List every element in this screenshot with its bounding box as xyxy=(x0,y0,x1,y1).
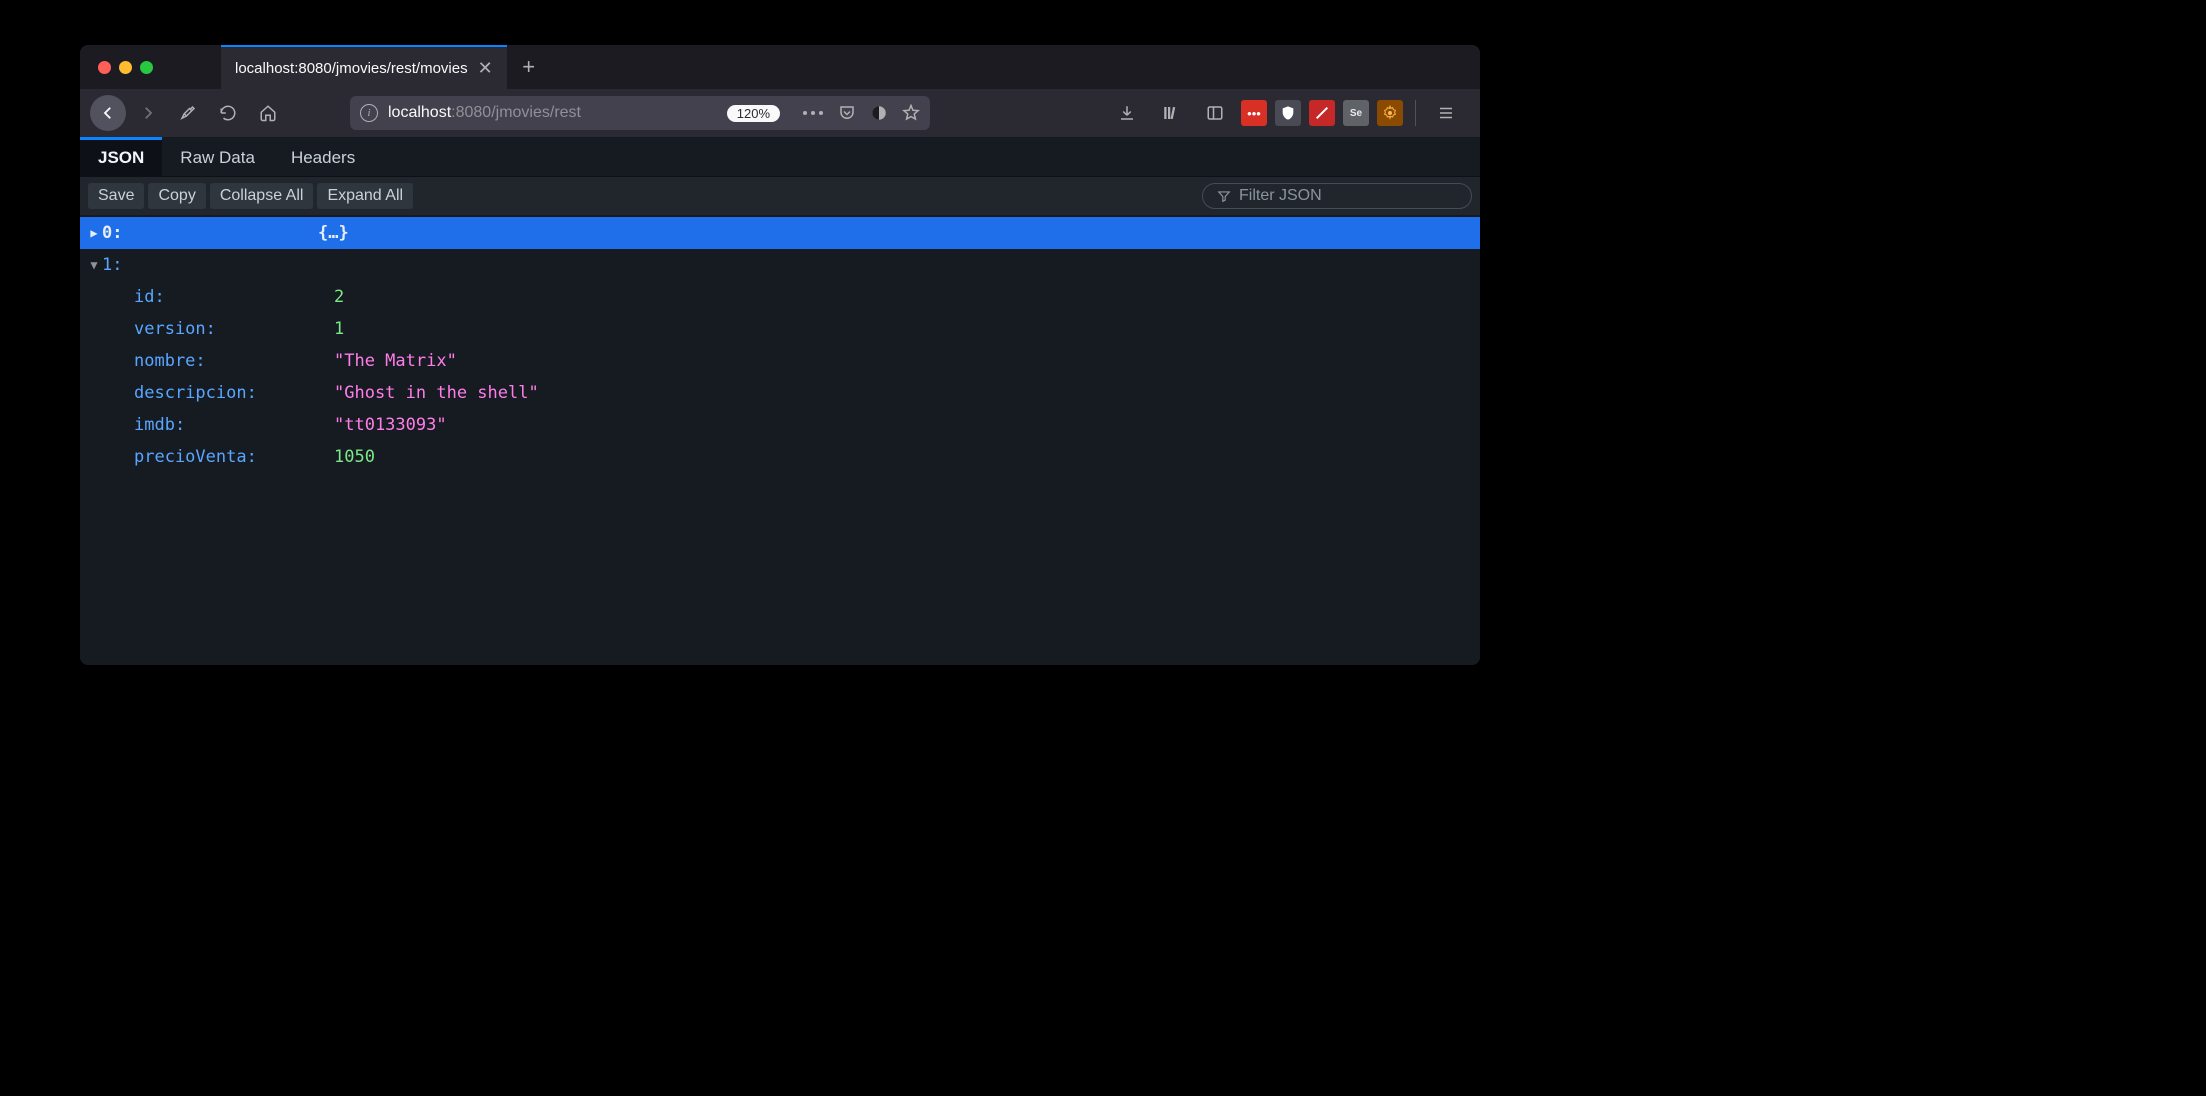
browser-window: localhost:8080/jmovies/rest/movies ✕ + i… xyxy=(80,45,1480,665)
json-key: imdb: xyxy=(134,415,185,435)
extension-settings-icon[interactable] xyxy=(1377,100,1403,126)
json-key: 0: xyxy=(102,223,122,243)
json-value: "The Matrix" xyxy=(334,351,457,371)
json-value: "tt0133093" xyxy=(334,415,447,435)
bookmark-icon[interactable] xyxy=(902,104,920,122)
tree-row[interactable]: version: 1 xyxy=(80,313,1480,345)
json-viewer-tabs: JSON Raw Data Headers xyxy=(80,137,1480,177)
json-action-bar: Save Copy Collapse All Expand All xyxy=(80,177,1480,215)
collapse-icon[interactable]: ▼ xyxy=(86,258,102,272)
tab-active[interactable]: localhost:8080/jmovies/rest/movies ✕ xyxy=(221,45,507,89)
tab-close-icon[interactable]: ✕ xyxy=(478,59,493,77)
json-value: 1 xyxy=(334,319,344,339)
json-key: version: xyxy=(134,319,216,339)
downloads-button[interactable] xyxy=(1109,95,1145,131)
tree-row[interactable]: id: 2 xyxy=(80,281,1480,313)
tab-raw-data[interactable]: Raw Data xyxy=(162,137,273,176)
tree-row[interactable]: imdb: "tt0133093" xyxy=(80,409,1480,441)
library-button[interactable] xyxy=(1153,95,1189,131)
extension-ublock-icon[interactable] xyxy=(1275,100,1301,126)
json-value: "Ghost in the shell" xyxy=(334,383,539,403)
reload-button[interactable] xyxy=(210,95,246,131)
sidebar-button[interactable] xyxy=(1197,95,1233,131)
json-value: 1050 xyxy=(334,447,375,467)
json-key: id: xyxy=(134,287,165,307)
new-tab-button[interactable]: + xyxy=(507,45,551,89)
toolbar-separator xyxy=(1415,100,1416,126)
page-actions-icon[interactable] xyxy=(802,106,824,120)
tabs: localhost:8080/jmovies/rest/movies ✕ + xyxy=(221,45,551,89)
expand-all-button[interactable]: Expand All xyxy=(317,183,413,209)
json-tree: ▶ 0: {…} ▼ 1: id: 2 version: 1 nombre: "… xyxy=(80,215,1480,665)
maximize-window-button[interactable] xyxy=(140,61,153,74)
url-text: localhost:8080/jmovies/rest xyxy=(388,104,581,122)
address-bar[interactable]: i localhost:8080/jmovies/rest 120% xyxy=(350,96,930,130)
tab-json[interactable]: JSON xyxy=(80,137,162,176)
expand-icon[interactable]: ▶ xyxy=(86,226,102,240)
extension-selenium-icon[interactable]: Se xyxy=(1343,100,1369,126)
url-fade xyxy=(690,96,720,130)
tree-row[interactable]: descripcion: "Ghost in the shell" xyxy=(80,377,1480,409)
filter-json-input[interactable] xyxy=(1239,187,1457,205)
tree-row[interactable]: nombre: "The Matrix" xyxy=(80,345,1480,377)
pocket-icon[interactable] xyxy=(838,104,856,122)
copy-button[interactable]: Copy xyxy=(148,183,205,209)
json-key: descripcion: xyxy=(134,383,257,403)
minimize-window-button[interactable] xyxy=(119,61,132,74)
app-menu-button[interactable] xyxy=(1428,95,1464,131)
extension-lastpass-icon[interactable]: ••• xyxy=(1241,100,1267,126)
tab-headers[interactable]: Headers xyxy=(273,137,373,176)
url-path: :8080/jmovies/rest xyxy=(451,104,581,121)
forward-button[interactable] xyxy=(130,95,166,131)
toolbar-extensions: ••• Se xyxy=(1109,95,1470,131)
reader-mode-icon[interactable] xyxy=(870,104,888,122)
window-controls xyxy=(80,61,171,74)
site-info-icon[interactable]: i xyxy=(360,104,378,122)
filter-icon xyxy=(1217,189,1231,203)
tab-title: localhost:8080/jmovies/rest/movies xyxy=(235,60,468,77)
collapse-all-button[interactable]: Collapse All xyxy=(210,183,314,209)
tree-row-0[interactable]: ▶ 0: {…} xyxy=(80,217,1480,249)
tab-bar: localhost:8080/jmovies/rest/movies ✕ + xyxy=(80,45,1480,89)
extension-noscript-icon[interactable] xyxy=(1309,100,1335,126)
toolbar: i localhost:8080/jmovies/rest 120% xyxy=(80,89,1480,137)
json-value: 2 xyxy=(334,287,344,307)
json-key: nombre: xyxy=(134,351,206,371)
json-key: precioVenta: xyxy=(134,447,257,467)
save-button[interactable]: Save xyxy=(88,183,144,209)
dev-tools-button[interactable] xyxy=(170,95,206,131)
back-button[interactable] xyxy=(90,95,126,131)
tree-row[interactable]: precioVenta: 1050 xyxy=(80,441,1480,473)
home-button[interactable] xyxy=(250,95,286,131)
json-preview: {…} xyxy=(318,223,349,243)
url-actions xyxy=(802,104,920,122)
filter-json[interactable] xyxy=(1202,183,1472,209)
tree-row-1[interactable]: ▼ 1: xyxy=(80,249,1480,281)
json-key: 1: xyxy=(102,255,122,275)
url-host: localhost xyxy=(388,104,451,121)
zoom-badge[interactable]: 120% xyxy=(727,105,780,122)
close-window-button[interactable] xyxy=(98,61,111,74)
